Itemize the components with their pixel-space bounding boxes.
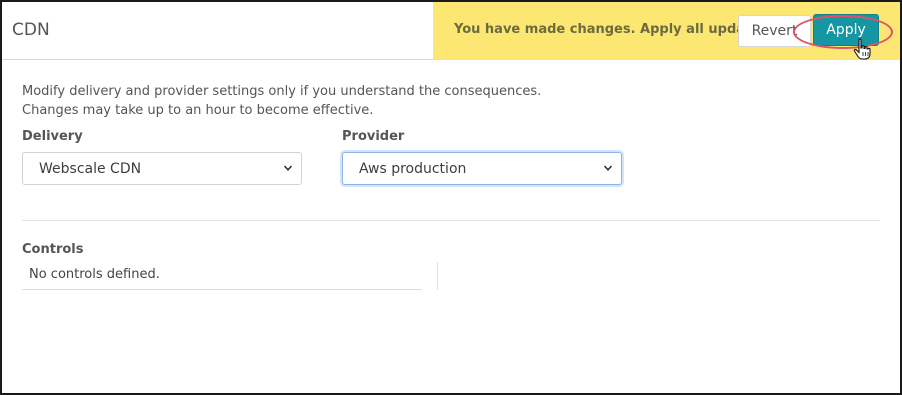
cdn-panel: CDN You have made changes. Apply all upd… bbox=[0, 0, 902, 395]
provider-select[interactable]: Aws production bbox=[342, 152, 622, 185]
delivery-label: Delivery bbox=[22, 129, 83, 144]
chevron-down-icon bbox=[283, 165, 293, 171]
revert-button[interactable]: Revert bbox=[738, 15, 811, 47]
banner-message: You have made changes. Apply all updates… bbox=[454, 22, 776, 37]
notice-line-1: Modify delivery and provider settings on… bbox=[22, 84, 542, 99]
warning-notice: Modify delivery and provider settings on… bbox=[22, 82, 541, 120]
provider-selected-value: Aws production bbox=[359, 160, 467, 177]
unsaved-changes-banner: You have made changes. Apply all updates… bbox=[433, 2, 900, 60]
apply-button[interactable]: Apply bbox=[813, 14, 879, 46]
controls-heading: Controls bbox=[22, 242, 84, 257]
chevron-down-icon bbox=[603, 165, 613, 171]
delivery-select[interactable]: Webscale CDN bbox=[22, 152, 302, 185]
controls-empty-message: No controls defined. bbox=[22, 261, 422, 290]
column-divider bbox=[437, 262, 438, 290]
page-title: CDN bbox=[12, 20, 50, 40]
provider-label: Provider bbox=[342, 129, 405, 144]
notice-line-2: Changes may take up to an hour to become… bbox=[22, 103, 374, 118]
delivery-selected-value: Webscale CDN bbox=[39, 160, 142, 177]
section-divider bbox=[22, 220, 880, 221]
page-header: CDN You have made changes. Apply all upd… bbox=[2, 2, 900, 60]
